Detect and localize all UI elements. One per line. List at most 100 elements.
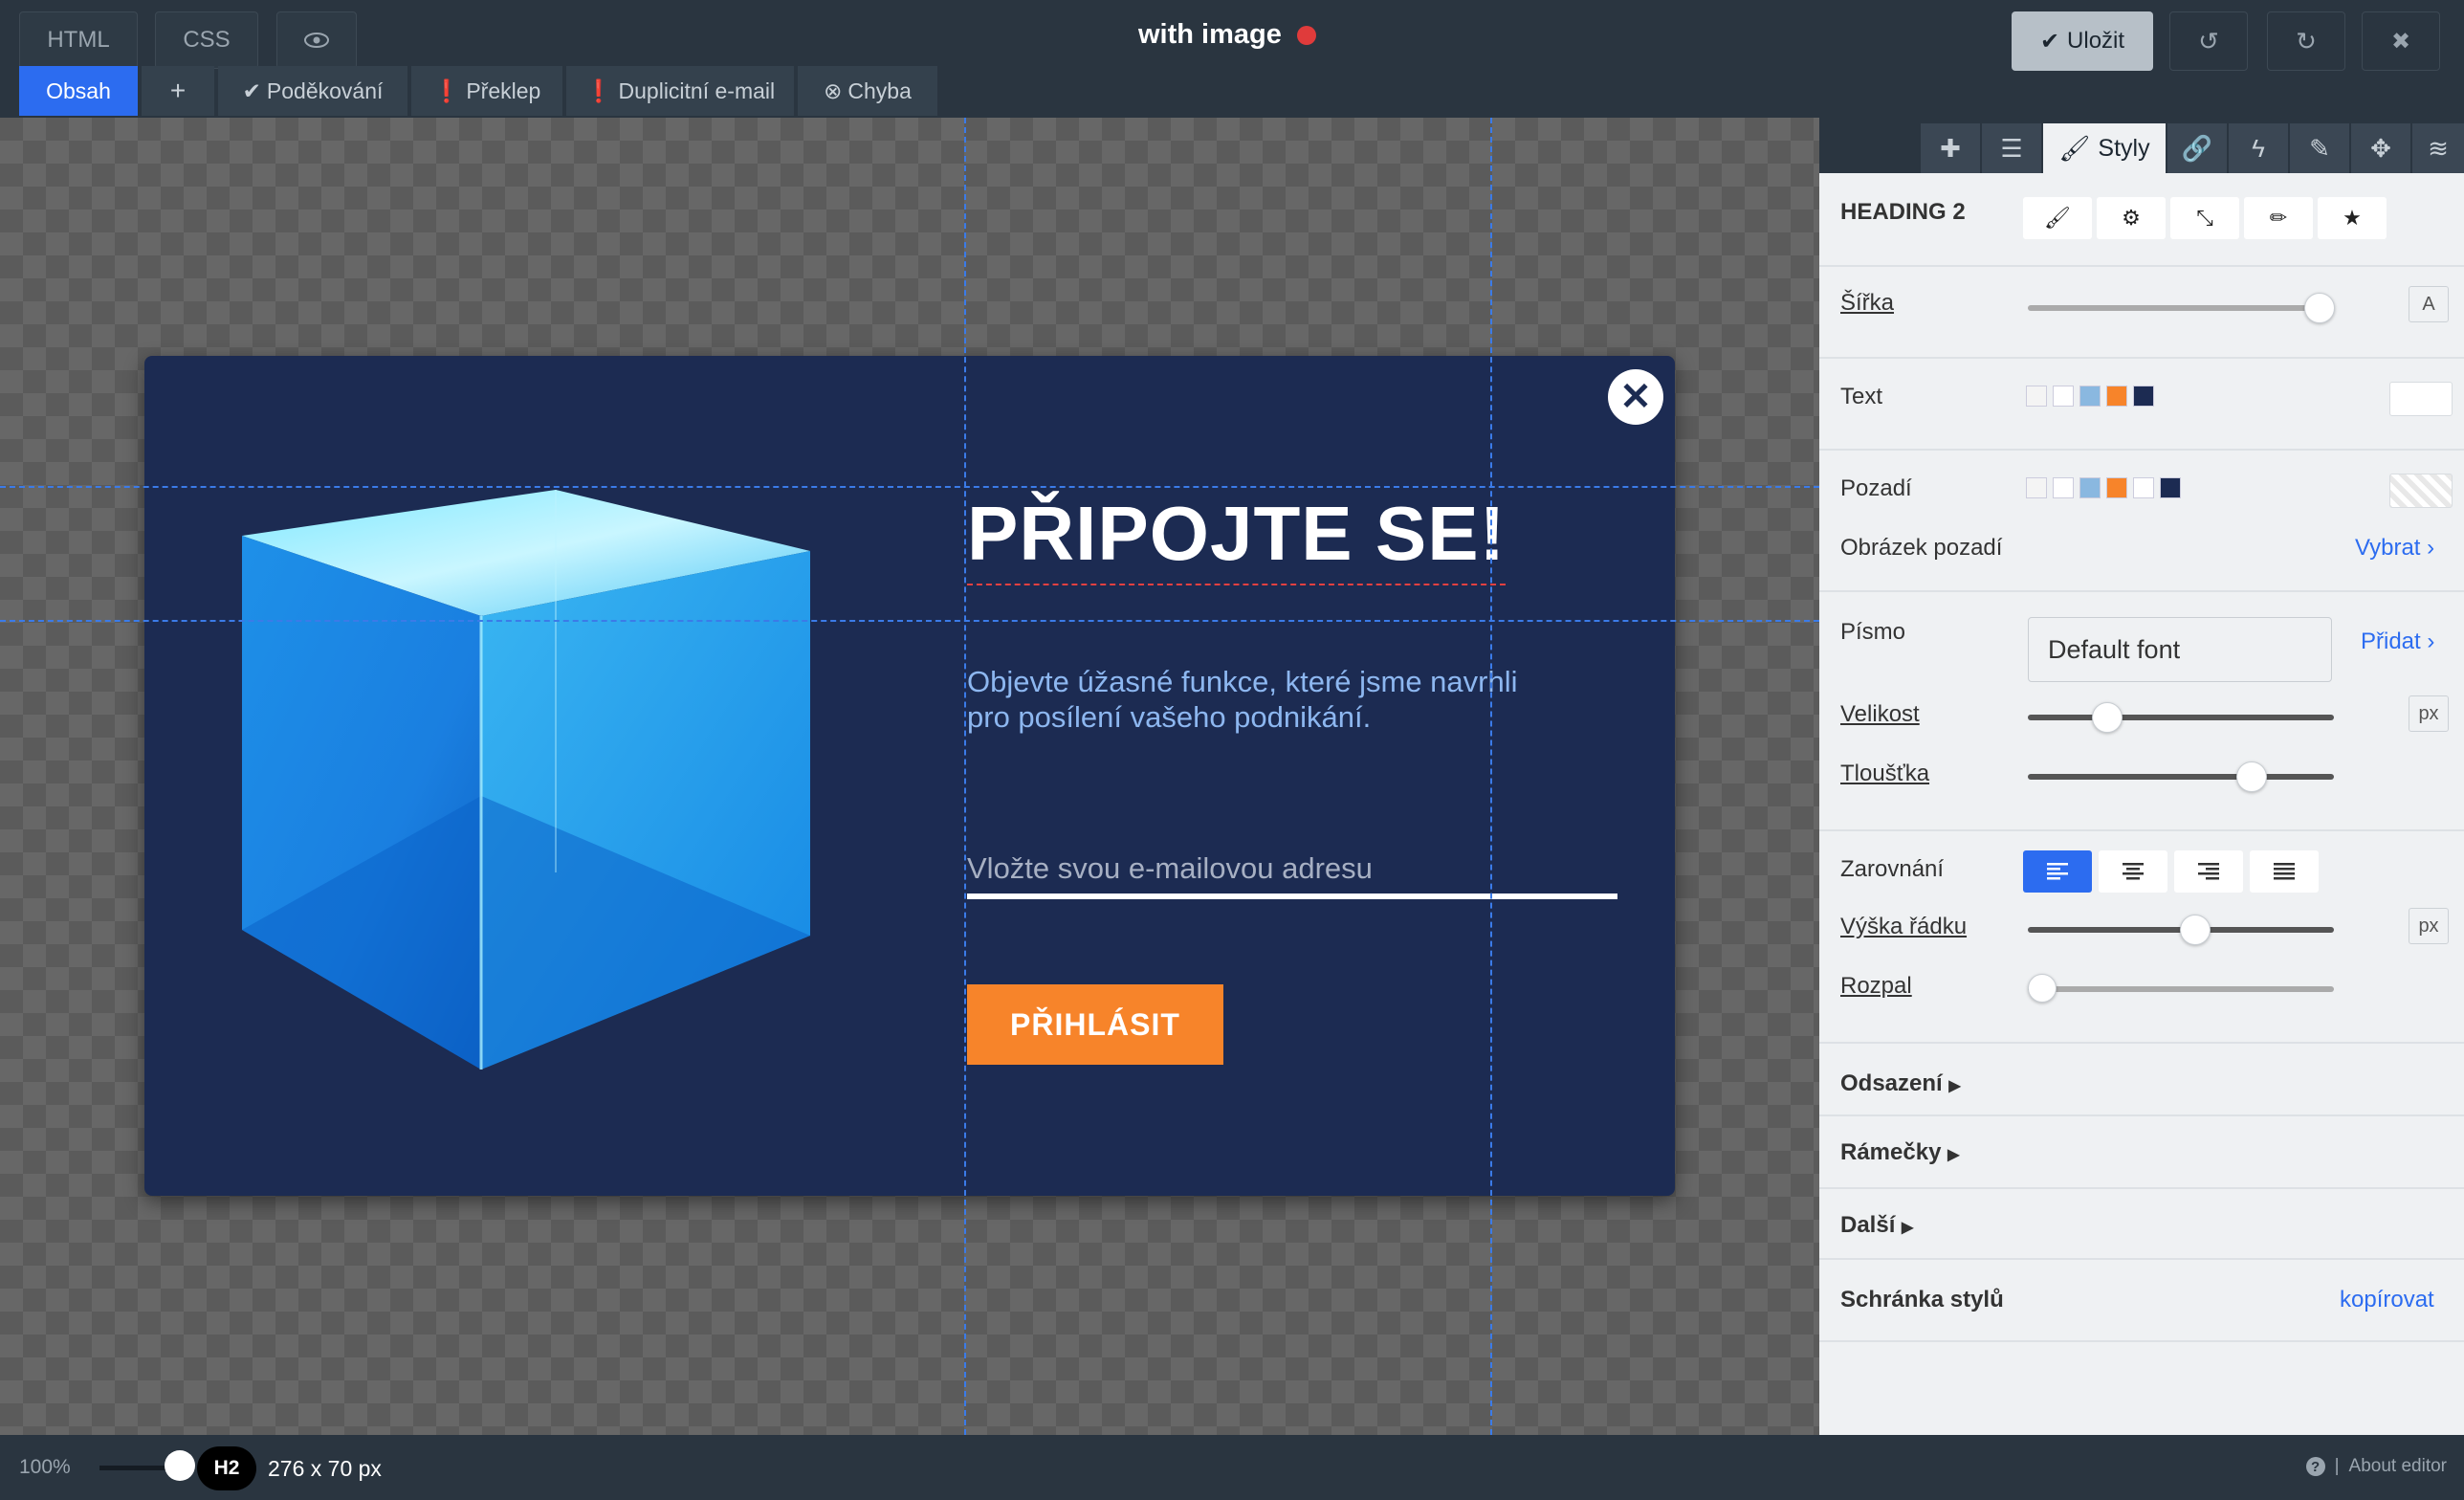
add-tab-button[interactable]: + [142,66,214,116]
font-weight-label[interactable]: Tloušťka [1840,761,1929,787]
swatch-orange[interactable] [2106,386,2127,407]
undo-button[interactable]: ↺ [2169,11,2248,71]
swatch-light-blue[interactable] [2079,386,2101,407]
popup-close-button[interactable]: ✕ [1608,369,1663,425]
text-color-picker[interactable] [2389,382,2453,416]
align-right-button[interactable] [2174,850,2243,893]
compress-icon: ⤡ [2196,206,2213,230]
background-color-picker[interactable] [2389,474,2453,508]
font-size-slider-knob[interactable] [2092,702,2123,733]
width-slider-knob[interactable] [2304,293,2335,323]
select-image-link[interactable]: Vybrat › [2355,535,2434,562]
width-slider[interactable] [2028,293,2335,323]
swatch-orange[interactable] [2106,477,2127,498]
font-weight-slider[interactable] [2028,761,2334,792]
panel-tab-add[interactable]: ✚ [1921,123,1980,173]
panel-tab-link[interactable]: 🔗 [2167,123,2227,173]
panel-tab-styles[interactable]: 🖌 Styly [2043,123,2166,173]
move-icon: ✥ [2370,133,2391,163]
popup-subtext[interactable]: Objevte úžasné funkce, které jsme navrhl… [967,664,1541,735]
panel-tab-actions[interactable]: ϟ [2229,123,2288,173]
font-size-unit[interactable]: px [2409,695,2449,732]
tab-thank-you[interactable]: ✔ Poděkování [218,66,407,116]
align-justify-button[interactable] [2250,850,2319,893]
plus-icon: ✚ [1940,133,1961,163]
redo-icon: ↻ [2296,26,2317,55]
swatch-navy[interactable] [2160,477,2181,498]
cube-image[interactable] [240,490,814,1083]
style-settings-button[interactable]: ⚙ [2097,197,2166,239]
panel-tab-edit[interactable]: ✎ [2290,123,2349,173]
swatch-white[interactable] [2053,477,2074,498]
save-label: Uložit [2067,28,2125,54]
variant-tabs: Obsah + ✔ Poděkování ❗ Překlep ❗ Duplici… [19,66,941,116]
style-pencil-button[interactable]: ✏ [2244,197,2313,239]
zoom-slider-knob[interactable] [165,1450,195,1481]
add-font-link[interactable]: Přidat › [2361,629,2434,655]
more-toggle[interactable]: Další ▶ [1840,1212,1913,1239]
about-editor[interactable]: ? | About editor [2305,1456,2447,1477]
panel-tab-layers[interactable]: ☰ [1982,123,2041,173]
swatch-light-blue[interactable] [2079,477,2101,498]
swatch-white[interactable] [2053,386,2074,407]
popup-form[interactable]: ✕ PŘIPOJTE SE! Objevte úžasné funkce, kt… [144,356,1675,1196]
about-editor-link[interactable]: About editor [2349,1456,2447,1477]
alignment-label: Zarovnání [1840,856,1945,882]
padding-toggle[interactable]: Odsazení ▶ [1840,1070,1961,1097]
borders-section[interactable]: Rámečky ▶ [1819,1116,2464,1189]
background-section: Pozadí Obrázek pozadí Vybrat › [1819,451,2464,592]
add-font-text: Přidat [2361,629,2421,654]
help-icon[interactable]: ? [2305,1457,2325,1476]
letter-spacing-slider-knob[interactable] [2028,974,2057,1003]
text-layout-section: Zarovnání Výška řádku px Rozpal [1819,831,2464,1044]
undo-icon: ↺ [2198,26,2219,55]
borders-toggle[interactable]: Rámečky ▶ [1840,1139,1959,1166]
tab-label: Chyba [847,77,912,103]
align-center-button[interactable] [2099,850,2167,893]
letter-spacing-slider[interactable] [2028,974,2334,1003]
tab-error[interactable]: ⊗ Chyba [798,66,937,116]
panel-tab-data[interactable]: ≋ [2412,123,2464,173]
padding-section[interactable]: Odsazení ▶ [1819,1044,2464,1116]
save-button[interactable]: ✔ Uložit [2012,11,2153,71]
font-size-slider[interactable] [2028,702,2334,733]
css-tab[interactable]: CSS [155,11,258,69]
panel-tab-move[interactable]: ✥ [2351,123,2410,173]
style-shrink-button[interactable]: ⤡ [2170,197,2239,239]
width-unit-button[interactable]: A [2409,286,2449,322]
align-left-button[interactable] [2023,850,2092,893]
tab-typo[interactable]: ❗ Překlep [411,66,562,116]
font-weight-slider-knob[interactable] [2236,761,2267,792]
font-select[interactable]: Default font [2028,617,2332,682]
element-dimensions: 276 x 70 px [268,1456,382,1481]
font-size-label[interactable]: Velikost [1840,701,1920,728]
copy-styles-link[interactable]: kopírovat [2340,1287,2434,1313]
preview-button[interactable] [276,11,357,69]
letter-spacing-label[interactable]: Rozpal [1840,973,1912,1000]
tab-duplicate-email[interactable]: ❗ Duplicitní e-mail [566,66,794,116]
more-section[interactable]: Další ▶ [1819,1189,2464,1260]
redo-button[interactable]: ↻ [2267,11,2345,71]
close-editor-button[interactable]: ✖ [2362,11,2440,71]
tab-label: Obsah [46,77,111,103]
brush-icon: 🖌 [2044,206,2071,230]
line-height-slider-knob[interactable] [2180,915,2211,945]
swatch-white[interactable] [2133,477,2154,498]
style-brush-button[interactable]: 🖌 [2023,197,2092,239]
swatch-none[interactable] [2026,477,2047,498]
style-favorite-button[interactable]: ★ [2318,197,2387,239]
tab-content[interactable]: Obsah [19,66,138,116]
line-height-unit[interactable]: px [2409,908,2449,944]
popup-heading[interactable]: PŘIPOJTE SE! [967,490,1507,585]
element-type-title: HEADING 2 [1840,199,1966,225]
editor-canvas[interactable]: ✕ PŘIPOJTE SE! Objevte úžasné funkce, kt… [0,118,1819,1435]
swatch-none[interactable] [2026,386,2047,407]
html-tab[interactable]: HTML [19,11,138,69]
line-height-slider[interactable] [2028,915,2334,945]
line-height-label[interactable]: Výška řádku [1840,914,1967,940]
swatch-navy[interactable] [2133,386,2154,407]
email-input[interactable] [967,844,1617,899]
width-label[interactable]: Šířka [1840,290,1894,317]
check-icon: ✔ [2039,28,2060,55]
signup-button[interactable]: PŘIHLÁSIT [967,984,1223,1065]
